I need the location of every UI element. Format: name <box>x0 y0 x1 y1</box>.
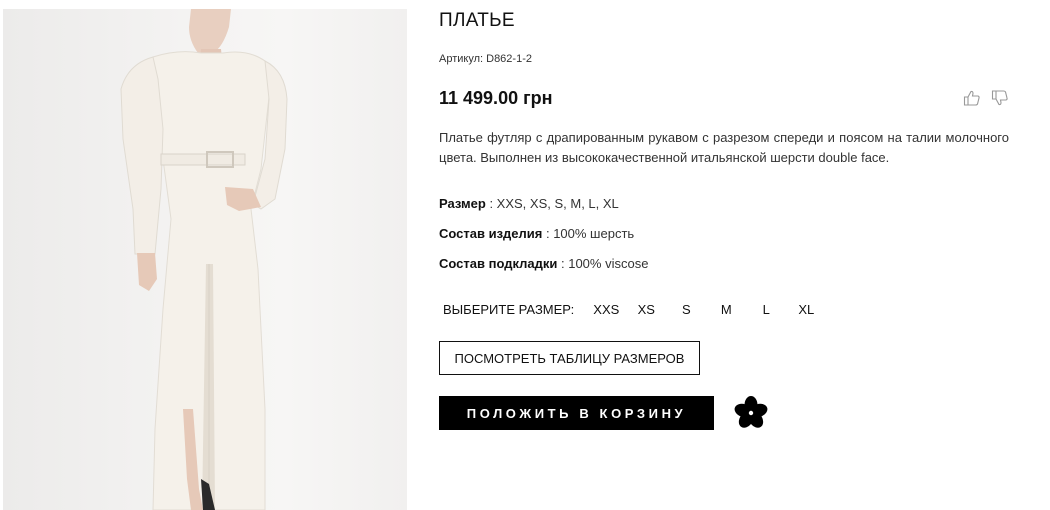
property-value: : 100% шерсть <box>542 226 635 241</box>
rating-votes <box>963 89 1009 107</box>
size-option-xxs[interactable]: XXS <box>586 302 626 317</box>
thumbs-up-icon[interactable] <box>963 89 981 107</box>
property-name: Размер <box>439 196 486 211</box>
size-option-l[interactable]: L <box>746 302 786 317</box>
size-table-button[interactable]: ПОСМОТРЕТЬ ТАБЛИЦУ РАЗМЕРОВ <box>439 341 700 375</box>
size-option-s[interactable]: S <box>666 302 706 317</box>
size-option-xs[interactable]: XS <box>626 302 666 317</box>
product-description: Платье футляр с драпированным рукавом с … <box>439 130 1009 165</box>
product-title: ПЛАТЬЕ <box>439 10 515 31</box>
size-option-xl[interactable]: XL <box>786 302 826 317</box>
property-value: : 100% viscose <box>557 256 649 271</box>
property-composition: Состав изделия : 100% шерсть <box>439 226 634 241</box>
product-photo-illustration <box>120 9 288 510</box>
property-name: Состав изделия <box>439 226 543 241</box>
product-photo <box>3 9 407 510</box>
flower-favorite-icon[interactable] <box>733 395 769 431</box>
property-size: Размер : XXS, XS, S, M, L, XL <box>439 196 619 211</box>
size-selector-label: ВЫБЕРИТЕ РАЗМЕР: <box>443 302 575 317</box>
property-lining: Состав подкладки : 100% viscose <box>439 256 648 271</box>
property-value: : XXS, XS, S, M, L, XL <box>485 196 619 211</box>
size-option-m[interactable]: M <box>706 302 746 317</box>
product-price: 11 499.00 грн <box>439 88 553 108</box>
size-selector: ВЫБЕРИТЕ РАЗМЕР: XXS XS S M L XL <box>443 302 826 317</box>
add-to-cart-button[interactable]: ПОЛОЖИТЬ В КОРЗИНУ <box>439 396 714 430</box>
property-name: Состав подкладки <box>439 256 558 271</box>
thumbs-down-icon[interactable] <box>991 89 1009 107</box>
product-sku: Артикул: D862-1-2 <box>439 53 532 65</box>
